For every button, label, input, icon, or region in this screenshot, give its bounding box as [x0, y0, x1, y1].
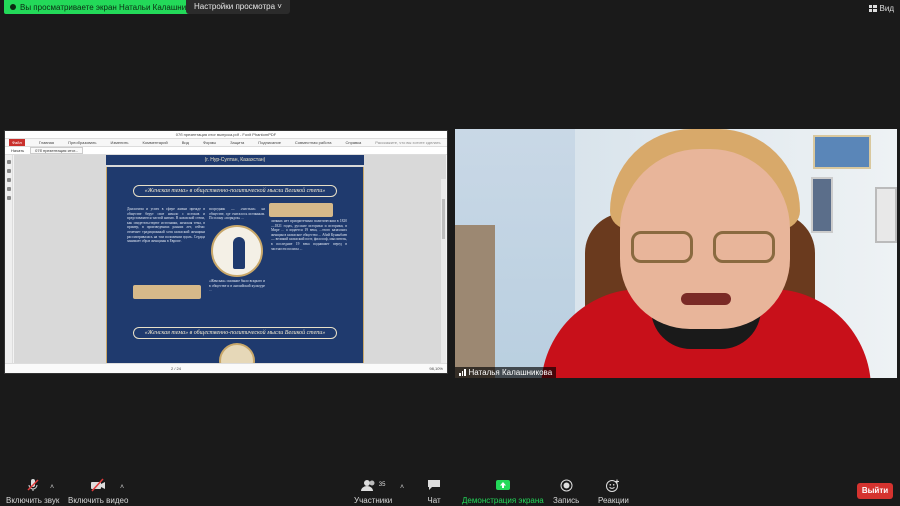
page-decorative-bar: [133, 285, 201, 299]
record-button[interactable]: Запись: [553, 478, 579, 505]
page-medallion-image: [211, 225, 263, 277]
participant-video[interactable]: Наталья Калашникова: [455, 129, 897, 378]
layers-icon[interactable]: [6, 196, 11, 200]
pdf-menu-item[interactable]: Защита: [230, 140, 244, 145]
view-button[interactable]: Вид: [868, 4, 894, 13]
share-screen-icon: [495, 478, 511, 492]
wall-picture: [875, 187, 897, 243]
share-screen-button[interactable]: Демонстрация экрана: [462, 478, 544, 505]
pdf-menu-item[interactable]: Комментарий: [143, 140, 168, 145]
pdf-doc-tab[interactable]: 07б презентация итог...: [30, 147, 84, 154]
pdf-page: «Женская тема» в общественно-политическо…: [106, 167, 364, 373]
page-text-column: «Женская» сказание было вскрыто и в обще…: [209, 279, 265, 293]
chat-bubble-icon: [427, 478, 441, 492]
camera-off-icon: [90, 478, 106, 492]
page-banner-title: «Женская тема» в общественно-политическо…: [133, 327, 337, 339]
pdf-page-counter[interactable]: 2 / 24: [171, 366, 181, 371]
participants-button[interactable]: 35 Участники: [354, 478, 392, 505]
record-label: Запись: [553, 496, 580, 505]
pdf-doc-tabs: Начать 07б презентация итог...: [5, 147, 447, 155]
pdf-search-field[interactable]: Расскажите, что вы хотите сделать: [375, 140, 440, 145]
unmute-label: Включить звук: [6, 496, 60, 505]
pdf-menu-item[interactable]: Совместная работа: [295, 140, 332, 145]
pdf-left-toolbar: [5, 155, 13, 363]
audio-options-caret-icon[interactable]: ˄: [50, 484, 54, 491]
bookmark-icon[interactable]: [6, 160, 11, 164]
pdf-menu-item[interactable]: Вид: [182, 140, 189, 145]
page-text-column: посредник — «чистым» на обществе, где сч…: [209, 207, 265, 221]
pdf-vertical-scrollbar[interactable]: [441, 179, 446, 373]
pdf-start-tab[interactable]: Начать: [11, 148, 24, 153]
pdf-menu-item[interactable]: Преобразовать: [68, 140, 96, 145]
leave-meeting-button[interactable]: Выйти: [857, 483, 893, 499]
page-text-column: Диалогизм и успех в сфере жизни прежде в…: [127, 207, 205, 244]
pages-icon[interactable]: [6, 169, 11, 173]
signal-bars-icon: [459, 369, 466, 376]
pdf-zoom-level[interactable]: 98,10%: [429, 366, 443, 371]
record-icon: [560, 478, 573, 492]
viewing-share-text: Вы просматриваете экран Натальи Калашник…: [20, 2, 195, 12]
pdf-page-header: (г. Нур-Султан, Казахстан): [106, 155, 364, 165]
share-status-dot-icon: [10, 4, 16, 10]
pdf-canvas[interactable]: (г. Нур-Султан, Казахстан) «Женская тема…: [14, 155, 446, 373]
pdf-menu-item[interactable]: Главная: [39, 140, 54, 145]
page-banner-title: «Женская тема» в общественно-политическо…: [133, 185, 337, 197]
page-text-column: личных нет приоритетным политическим в 1…: [271, 219, 347, 251]
reactions-button[interactable]: Реакции: [598, 478, 629, 505]
participants-options-caret-icon[interactable]: ˄: [400, 484, 404, 491]
share-screen-label: Демонстрация экрана: [462, 496, 544, 505]
pdf-menu-file[interactable]: Файл: [9, 139, 25, 146]
pdf-statusbar: 2 / 24 98,10%: [5, 363, 447, 373]
wall-picture: [811, 177, 833, 233]
pdf-window-title: 07б презентация итог выпуска.pdf - Foxit…: [5, 131, 447, 139]
view-button-label: Вид: [879, 4, 894, 13]
unmute-button[interactable]: Включить звук: [6, 478, 59, 505]
pdf-menu-item[interactable]: Справка: [346, 140, 362, 145]
participant-name: Наталья Калашникова: [468, 368, 553, 377]
gallery-grid-icon: [868, 5, 877, 12]
reactions-label: Реакции: [598, 496, 629, 505]
participants-count: 35: [378, 482, 386, 488]
participant-name-tag: Наталья Калашникова: [455, 367, 557, 378]
participants-label: Участники: [354, 496, 393, 505]
participants-icon: [360, 480, 375, 491]
smiley-plus-icon: [606, 478, 620, 492]
shared-screen[interactable]: 07б презентация итог выпуска.pdf - Foxit…: [4, 130, 448, 374]
attachment-icon[interactable]: [6, 187, 11, 191]
pdf-menu-item[interactable]: Изменить: [110, 140, 128, 145]
pdf-menu-item[interactable]: Формы: [203, 140, 216, 145]
comment-icon[interactable]: [6, 178, 11, 182]
video-options-caret-icon[interactable]: ˄: [120, 484, 124, 491]
view-options-dropdown[interactable]: Настройки просмотра ˅: [186, 0, 290, 14]
page-decorative-bar: [269, 203, 333, 217]
zoom-meeting-window: Вы просматриваете экран Натальи Калашник…: [0, 0, 900, 506]
viewing-share-banner[interactable]: Вы просматриваете экран Натальи Калашник…: [4, 0, 201, 14]
pdf-menu-item[interactable]: Подписание: [258, 140, 281, 145]
chat-button[interactable]: Чат: [427, 478, 441, 505]
start-video-label: Включить видео: [68, 496, 129, 505]
meeting-toolbar: Включить звук ˄ Включить видео ˄ 35 Учас…: [0, 474, 900, 506]
chat-label: Чат: [427, 496, 441, 505]
start-video-button[interactable]: Включить видео: [68, 478, 128, 505]
wall-picture: [813, 135, 871, 169]
microphone-muted-icon: [26, 478, 40, 492]
pdf-menubar: Файл Главная Преобразовать Изменить Комм…: [5, 139, 447, 147]
